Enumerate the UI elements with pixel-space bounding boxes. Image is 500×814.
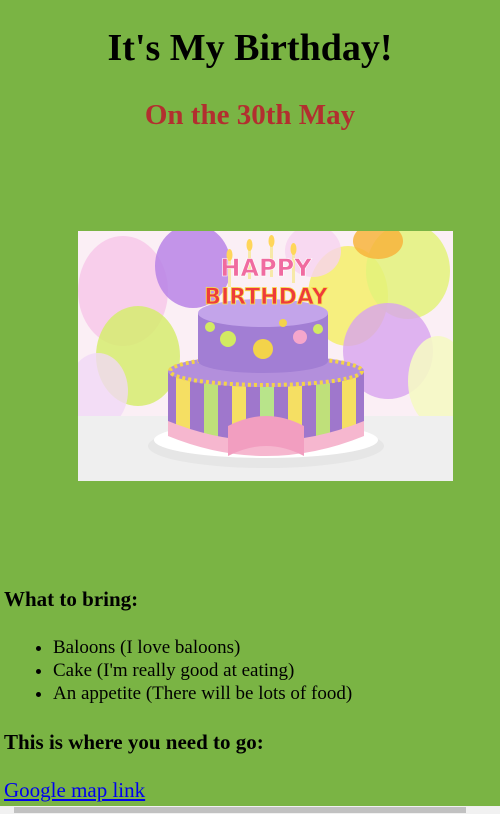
horizontal-scrollbar[interactable] bbox=[0, 806, 500, 814]
cake-text-happy: HAPPY bbox=[220, 254, 312, 282]
what-to-bring-heading: What to bring: bbox=[4, 587, 139, 611]
page-title: It's My Birthday! bbox=[107, 27, 393, 69]
bring-list: Baloons (I love baloons) Cake (I'm reall… bbox=[0, 636, 352, 705]
list-item: An appetite (There will be lots of food) bbox=[53, 682, 352, 705]
list-item: Cake (I'm really good at eating) bbox=[53, 659, 352, 682]
list-item: Baloons (I love baloons) bbox=[53, 636, 352, 659]
event-date: On the 30th May bbox=[144, 99, 356, 131]
cake-text-birthday: BIRTHDAY bbox=[204, 285, 329, 310]
scrollbar-thumb[interactable] bbox=[14, 807, 466, 813]
where-to-go-heading: This is where you need to go: bbox=[4, 730, 264, 754]
google-map-link[interactable]: Google map link bbox=[4, 777, 145, 803]
birthday-cake-image: HAPPY BIRTHDAY bbox=[78, 231, 453, 481]
